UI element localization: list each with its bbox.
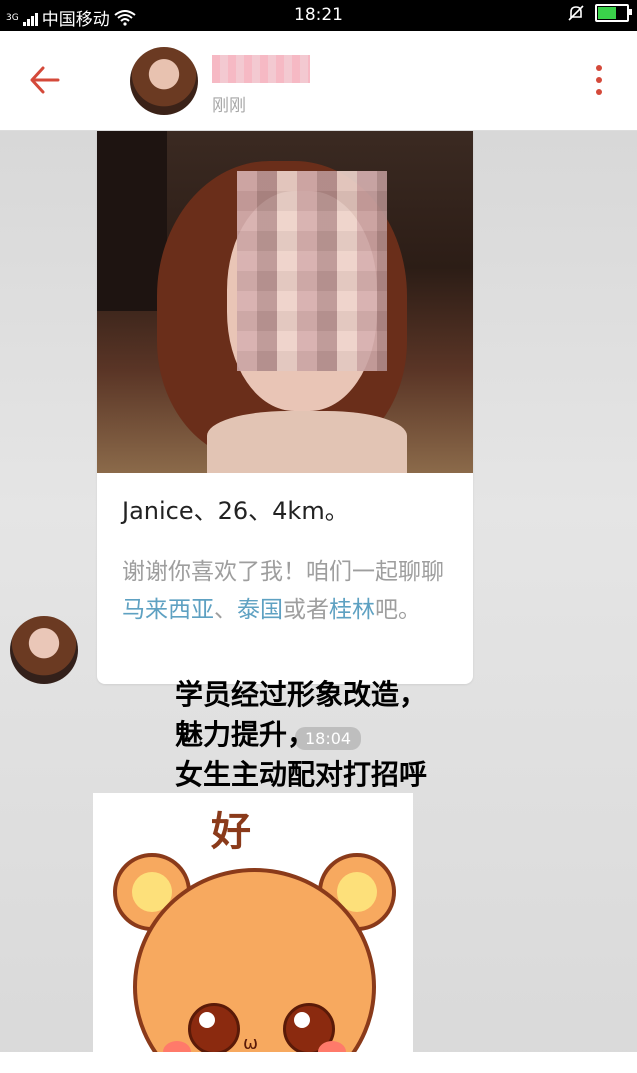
chat-area[interactable]: Janice、26、4km。 谢谢你喜欢了我！咱们一起聊聊马来西亚、泰国或者桂林… — [0, 131, 637, 1073]
profile-photo[interactable] — [97, 131, 473, 473]
text-part: 、 — [214, 597, 237, 623]
pixelated-face — [237, 171, 387, 371]
sticker-word: 好 — [211, 809, 251, 855]
back-arrow-icon[interactable] — [28, 63, 62, 97]
text-part: 或者 — [283, 597, 329, 623]
overlay-line: 学员经过形象改造， — [175, 678, 428, 711]
bear-eye-left — [188, 1003, 240, 1055]
status-bar: 3G 中国移动 18:21 — [0, 0, 637, 31]
more-vertical-icon[interactable] — [591, 65, 607, 97]
mute-bell-icon — [568, 5, 584, 21]
bottom-strip — [0, 1052, 637, 1073]
text-part: 谢谢你喜欢了我！咱们一起聊聊 — [122, 559, 444, 585]
link-malaysia[interactable]: 马来西亚 — [122, 597, 214, 623]
contact-status: 刚刚 — [212, 96, 246, 116]
chat-header: 刚刚 — [0, 31, 637, 131]
status-right — [567, 4, 632, 22]
link-guilin[interactable]: 桂林 — [329, 597, 375, 623]
contact-avatar[interactable] — [130, 47, 198, 115]
overlay-line: 魅力提升， — [175, 718, 316, 751]
text-part: 吧。 — [375, 597, 421, 623]
contact-name-blurred[interactable] — [212, 55, 310, 83]
profile-summary: Janice、26、4km。 — [122, 497, 349, 525]
overlay-caption: 学员经过形象改造， 魅力提升， 女生主动配对打招呼 — [175, 675, 427, 795]
bear-mouth: ω — [243, 1033, 259, 1054]
card-message-text: 谢谢你喜欢了我！咱们一起聊聊马来西亚、泰国或者桂林吧。 — [122, 553, 452, 629]
battery-icon — [595, 4, 632, 22]
bear-sticker-message[interactable]: 好 ω — [93, 793, 413, 1073]
link-thailand[interactable]: 泰国 — [237, 597, 283, 623]
profile-card-message[interactable]: Janice、26、4km。 谢谢你喜欢了我！咱们一起聊聊马来西亚、泰国或者桂林… — [97, 131, 473, 684]
status-time: 18:21 — [294, 5, 343, 25]
overlay-line: 女生主动配对打招呼 — [175, 758, 428, 791]
sender-avatar[interactable] — [10, 616, 78, 684]
